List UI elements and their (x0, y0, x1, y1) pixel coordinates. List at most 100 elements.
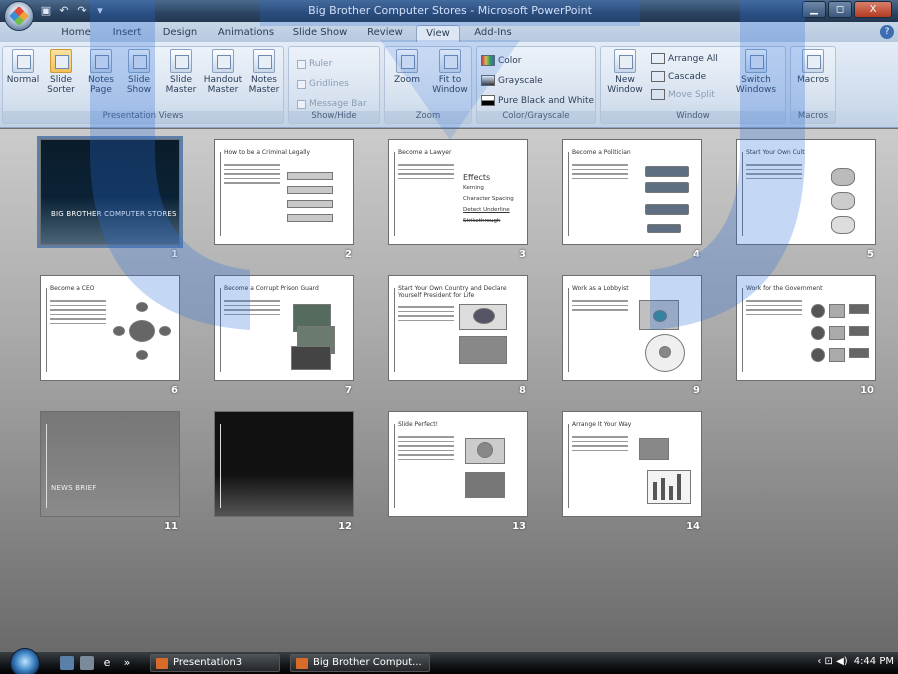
grayscale-label: Grayscale (498, 75, 543, 86)
slide-3-strike: Strikethrough (463, 218, 501, 224)
tab-view[interactable]: View (416, 25, 460, 42)
slide-thumbnail-9[interactable]: Work as a Lobbyist (562, 275, 702, 381)
clock[interactable]: 4:44 PM (854, 656, 894, 667)
move-split-button[interactable]: Move Split (651, 89, 715, 100)
slide-13-title: Slide Perfect! (398, 421, 438, 428)
notes-page-button[interactable]: Notes Page (83, 49, 119, 95)
slide-thumbnail-4[interactable]: Become a Politician (562, 139, 702, 245)
minimize-button[interactable]: ▁ (802, 1, 826, 18)
redo-icon[interactable]: ↷ (76, 5, 88, 17)
slide-1-title: BIG BROTHER COMPUTER STORES (51, 210, 177, 218)
slide-sorter-icon (50, 49, 72, 73)
switch-windows-icon[interactable] (80, 656, 94, 670)
slide-3-title: Become a Lawyer (398, 149, 452, 156)
notes-page-label: Notes Page (88, 75, 114, 95)
fit-to-window-icon (439, 49, 461, 73)
macros-group-label: Macros (791, 111, 835, 123)
taskbar-item-presentation3[interactable]: Presentation3 (150, 654, 280, 672)
group-macros: Macros Macros (790, 46, 836, 124)
slide-thumbnail-7[interactable]: Become a Corrupt Prison Guard (214, 275, 354, 381)
slide-master-button[interactable]: Slide Master (163, 49, 199, 95)
tab-slide-show[interactable]: Slide Show (290, 25, 350, 42)
slide-sorter-button[interactable]: Slide Sorter (43, 49, 79, 95)
presentation-views-label: Presentation Views (3, 111, 283, 123)
color-label: Color (498, 55, 522, 66)
internet-explorer-icon[interactable]: e (100, 656, 114, 670)
pure-bw-button[interactable]: Pure Black and White (481, 95, 594, 106)
message-bar-checkbox[interactable]: Message Bar (297, 99, 367, 109)
slide-number: 14 (686, 521, 700, 532)
tab-design[interactable]: Design (158, 25, 202, 42)
slide-master-label: Slide Master (165, 75, 197, 95)
switch-windows-button[interactable]: Switch Windows (731, 49, 781, 95)
new-window-button[interactable]: New Window (605, 49, 645, 95)
slide-number: 6 (171, 385, 178, 396)
slide-thumbnail-10[interactable]: Work for the Government (736, 275, 876, 381)
overflow-chevron-icon[interactable]: » (120, 656, 134, 670)
taskbar-item-label: Big Brother Comput... (313, 657, 422, 668)
show-hide-label: Show/Hide (289, 111, 379, 123)
ribbon-tabs: Home Insert Design Animations Slide Show… (0, 22, 898, 42)
zoom-label: Zoom (394, 75, 420, 85)
tab-animations[interactable]: Animations (214, 25, 278, 42)
show-desktop-icon[interactable] (60, 656, 74, 670)
macros-button[interactable]: Macros (795, 49, 831, 85)
slide-show-button[interactable]: Slide Show (121, 49, 157, 95)
gridlines-checkbox[interactable]: Gridlines (297, 79, 349, 89)
arrange-all-icon (651, 53, 665, 64)
switch-windows-label: Switch Windows (735, 75, 777, 95)
help-icon[interactable]: ? (880, 25, 894, 39)
slide-11-title: NEWS BRIEF (51, 484, 97, 492)
fit-to-window-button[interactable]: Fit to Window (429, 49, 471, 95)
slide-thumbnail-1[interactable]: BIG BROTHER COMPUTER STORES (37, 136, 183, 248)
ribbon: Normal Slide Sorter Notes Page Slide Sho… (0, 42, 898, 128)
zoom-button[interactable]: Zoom (389, 49, 425, 85)
handout-master-button[interactable]: Handout Master (203, 49, 243, 95)
cascade-button[interactable]: Cascade (651, 71, 706, 82)
taskbar-item-big-brother[interactable]: Big Brother Comput... (290, 654, 430, 672)
slide-14-title: Arrange It Your Way (572, 421, 632, 428)
slide-8-title: Start Your Own Country and Declare Yours… (398, 285, 507, 299)
color-button[interactable]: Color (481, 55, 522, 66)
pure-bw-icon (481, 95, 495, 106)
title-bar: ▣ ↶ ↷ ▾ Big Brother Computer Stores - Mi… (0, 0, 898, 22)
taskbar-item-label: Presentation3 (173, 657, 243, 668)
tab-add-ins[interactable]: Add-Ins (470, 25, 516, 42)
slide-thumbnail-5[interactable]: Start Your Own Cult (736, 139, 876, 245)
slide-3-underline: Detect Underline (463, 207, 510, 213)
notes-master-button[interactable]: Notes Master (245, 49, 283, 95)
slide-3-kerning: Kerning (463, 185, 484, 191)
tray-icons[interactable]: ‹ ⊡ ◀) (817, 656, 847, 667)
tab-home[interactable]: Home (56, 25, 96, 42)
switch-windows-icon (745, 49, 767, 73)
slide-thumbnail-13[interactable]: Slide Perfect! (388, 411, 528, 517)
normal-view-button[interactable]: Normal (5, 49, 41, 85)
handout-master-icon (212, 49, 234, 73)
office-button[interactable] (4, 1, 34, 31)
save-icon[interactable]: ▣ (40, 5, 52, 17)
tab-review[interactable]: Review (362, 25, 408, 42)
undo-icon[interactable]: ↶ (58, 5, 70, 17)
slide-thumbnail-3[interactable]: Become a Lawyer Effects Kerning Characte… (388, 139, 528, 245)
office-logo-icon (9, 6, 29, 26)
start-button[interactable] (10, 648, 40, 674)
customize-qat-icon[interactable]: ▾ (94, 5, 106, 17)
message-bar-check-box (297, 99, 306, 109)
slide-thumbnail-14[interactable]: Arrange It Your Way (562, 411, 702, 517)
maximize-button[interactable]: ◻ (828, 1, 852, 18)
tab-insert[interactable]: Insert (107, 25, 147, 42)
close-button[interactable]: X (854, 1, 892, 18)
arrange-all-button[interactable]: Arrange All (651, 53, 718, 64)
notes-master-icon (253, 49, 275, 73)
slide-thumbnail-2[interactable]: How to be a Criminal Legally (214, 139, 354, 245)
slide-3-effects: Effects (463, 173, 491, 182)
slide-3-spacing: Character Spacing (463, 196, 514, 202)
slide-10-title: Work for the Government (746, 285, 823, 292)
ruler-checkbox[interactable]: Ruler (297, 59, 332, 69)
slide-thumbnail-12[interactable] (214, 411, 354, 517)
color-grayscale-label: Color/Grayscale (477, 111, 595, 123)
slide-thumbnail-6[interactable]: Become a CEO (40, 275, 180, 381)
grayscale-button[interactable]: Grayscale (481, 75, 543, 86)
slide-thumbnail-8[interactable]: Start Your Own Country and Declare Yours… (388, 275, 528, 381)
slide-thumbnail-11[interactable]: NEWS BRIEF (40, 411, 180, 517)
